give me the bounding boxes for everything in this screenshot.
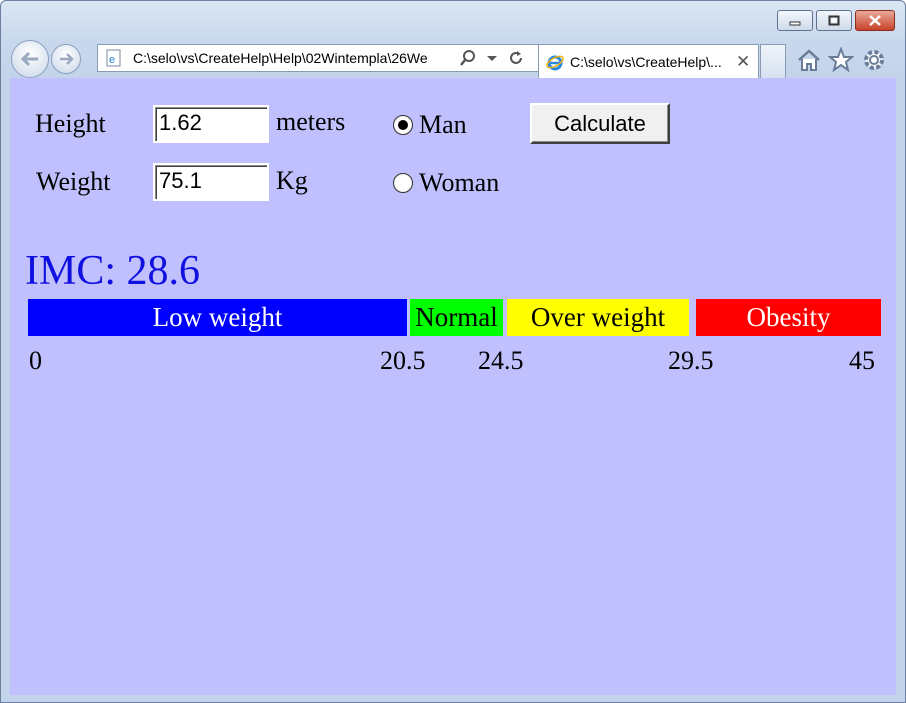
minimize-button[interactable] bbox=[777, 10, 813, 31]
scale-tick-label: 20.5 bbox=[380, 346, 426, 375]
weight-unit-label: Kg bbox=[276, 166, 308, 195]
tab-title: C:\selo\vs\CreateHelp\... bbox=[570, 53, 722, 70]
bmi-scale-bar: Low weight Normal Over weight Obesity bbox=[28, 299, 881, 336]
scale-segment-over-weight: Over weight bbox=[507, 299, 689, 336]
radio-woman-circle[interactable] bbox=[393, 173, 413, 193]
page-icon: e bbox=[103, 47, 125, 69]
radio-man-circle[interactable] bbox=[393, 115, 413, 135]
weight-input[interactable]: 75.1 bbox=[153, 163, 269, 201]
radio-woman[interactable]: Woman bbox=[393, 168, 499, 198]
radio-man-label[interactable]: Man bbox=[419, 110, 467, 140]
height-label: Height bbox=[35, 109, 106, 138]
scale-segment-low-weight: Low weight bbox=[28, 299, 407, 336]
scale-tick-label: 45 bbox=[849, 346, 875, 375]
svg-text:e: e bbox=[109, 54, 115, 66]
scale-tick-label: 24.5 bbox=[478, 346, 524, 375]
favorites-star-icon[interactable] bbox=[827, 46, 855, 74]
height-unit-label: meters bbox=[276, 107, 346, 136]
browser-tab[interactable]: C:\selo\vs\CreateHelp\... ✕ bbox=[538, 44, 759, 78]
dropdown-icon[interactable] bbox=[481, 47, 503, 69]
restore-button[interactable] bbox=[816, 10, 852, 31]
window-caption-buttons bbox=[777, 10, 895, 31]
minimize-icon bbox=[789, 21, 801, 25]
refresh-icon[interactable] bbox=[505, 47, 527, 69]
forward-arrow-icon bbox=[60, 53, 74, 65]
search-icon[interactable] bbox=[457, 47, 479, 69]
ie-icon bbox=[544, 51, 566, 73]
back-button[interactable] bbox=[11, 40, 49, 78]
radio-woman-label[interactable]: Woman bbox=[419, 168, 499, 198]
close-window-button[interactable] bbox=[855, 10, 895, 31]
scale-tick-label: 29.5 bbox=[668, 346, 714, 375]
back-arrow-icon bbox=[20, 51, 38, 67]
address-text[interactable]: C:\selo\vs\CreateHelp\Help\02Wintempla\2… bbox=[133, 50, 455, 66]
restore-icon bbox=[828, 15, 840, 26]
home-icon[interactable] bbox=[795, 46, 823, 74]
close-icon bbox=[869, 15, 881, 26]
scale-tick-label: 0 bbox=[29, 346, 42, 375]
calculate-button[interactable]: Calculate bbox=[530, 103, 670, 144]
page-content: Height 1.62 meters Weight 75.1 Kg Man Wo… bbox=[10, 78, 896, 695]
forward-button[interactable] bbox=[51, 44, 81, 74]
browser-window: e C:\selo\vs\CreateHelp\Help\02Wintempla… bbox=[0, 0, 906, 703]
radio-selected-dot bbox=[398, 120, 408, 130]
new-tab-button[interactable] bbox=[760, 44, 786, 78]
radio-man[interactable]: Man bbox=[393, 110, 467, 140]
scale-segment-normal: Normal bbox=[410, 299, 503, 336]
browser-toolbar: e C:\selo\vs\CreateHelp\Help\02Wintempla… bbox=[9, 38, 897, 78]
address-bar[interactable]: e C:\selo\vs\CreateHelp\Help\02Wintempla… bbox=[97, 44, 540, 72]
imc-result: IMC: 28.6 bbox=[25, 248, 201, 294]
height-input[interactable]: 1.62 bbox=[153, 105, 269, 143]
tab-close-icon[interactable]: ✕ bbox=[736, 52, 750, 72]
gear-icon[interactable] bbox=[860, 46, 888, 74]
scale-segment-obesity: Obesity bbox=[696, 299, 881, 336]
weight-label: Weight bbox=[36, 167, 111, 196]
